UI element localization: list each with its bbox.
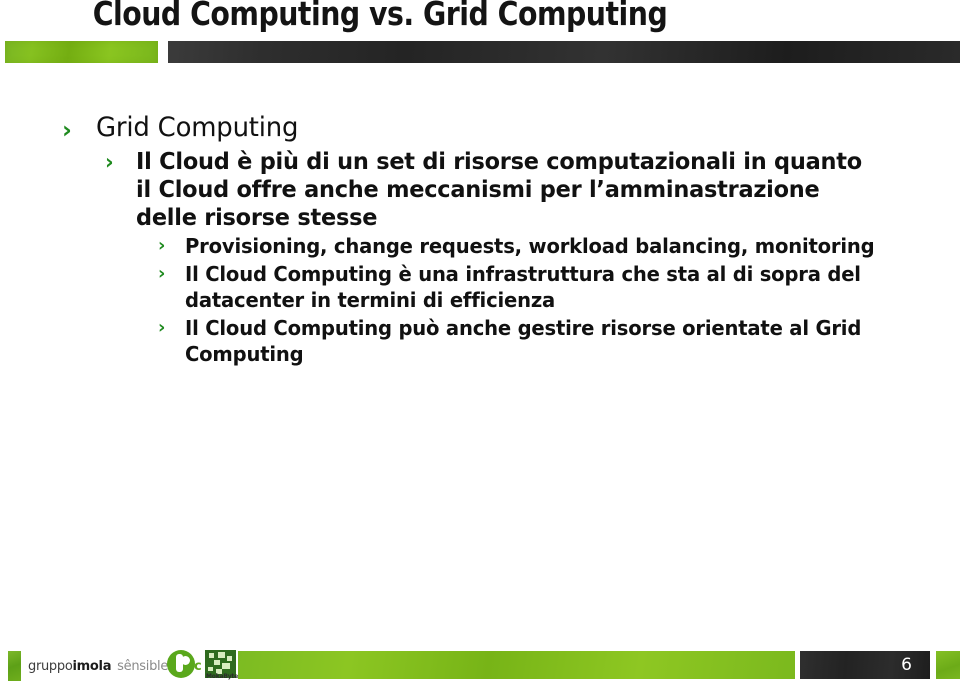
chevron-bullet-icon: › [158, 235, 166, 256]
chevron-bullet-icon: › [105, 150, 114, 174]
bullet-level3: › Provisioning, change requests, workloa… [158, 233, 948, 259]
bullet-level3-text: Il Cloud Computing è una infrastruttura … [185, 262, 861, 312]
bullet-level3-text: Provisioning, change requests, workload … [185, 234, 875, 258]
page-number: 6 [901, 655, 912, 675]
page-title: Cloud Computing vs. Grid Computing [92, 0, 668, 33]
bullet-level2-text: Il Cloud è più di un set di risorse comp… [136, 147, 862, 231]
bullet-level3: › Il Cloud Computing può anche gestire r… [158, 315, 948, 367]
mokabyte-logo-label: MokaByte [206, 673, 238, 680]
logo-gruppo-text: gruppo [28, 659, 73, 674]
imola-circle-logo-icon [167, 650, 195, 678]
slide: Cloud Computing vs. Grid Computing › Gri… [0, 0, 960, 688]
logo-sensible-text: sênsible [117, 659, 169, 674]
bullet-level1-text: Grid Computing [96, 112, 299, 143]
chevron-bullet-icon: › [62, 116, 72, 144]
footer-accent-tab-right [936, 651, 960, 679]
header-rule-bar-dark [168, 41, 960, 63]
bullet-level2: › Il Cloud è più di un set di risorse co… [105, 147, 905, 231]
chevron-bullet-icon: › [158, 263, 166, 284]
header-accent-bar-green [5, 41, 158, 63]
bullet-level1: › Grid Computing [62, 112, 960, 144]
footer-accent-bar-green [238, 651, 795, 679]
slide-body: › Grid Computing › Il Cloud è più di un … [0, 112, 960, 367]
title-area: Cloud Computing vs. Grid Computing [0, 0, 960, 40]
footer-accent-tab-left [8, 651, 21, 681]
logo-imola-text: imola [72, 659, 112, 674]
bullet-level3-text: Il Cloud Computing può anche gestire ris… [185, 316, 862, 366]
chevron-bullet-icon: › [158, 317, 166, 338]
bullet-level3: › Il Cloud Computing è una infrastruttur… [158, 261, 948, 313]
